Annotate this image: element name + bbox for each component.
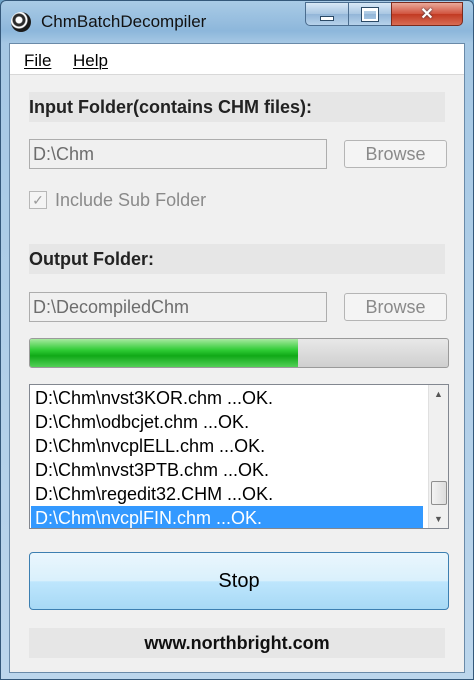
scroll-up-icon[interactable]: ▲	[429, 385, 448, 403]
close-icon: ✕	[420, 6, 434, 23]
app-icon	[11, 12, 31, 32]
maximize-icon	[361, 6, 379, 22]
menu-help[interactable]: Help	[73, 51, 108, 71]
input-browse-button[interactable]: Browse	[344, 140, 447, 168]
include-sub-folder-label: Include Sub Folder	[55, 190, 207, 210]
input-folder-label: Input Folder(contains CHM files):	[29, 92, 445, 122]
maximize-button[interactable]	[348, 2, 392, 26]
log-item[interactable]: D:\Chm\nvst3PTB.chm ...OK.	[31, 458, 423, 482]
log-item[interactable]: D:\Chm\odbcjet.chm ...OK.	[31, 410, 423, 434]
title-bar[interactable]: ChmBatchDecompiler ✕	[1, 1, 473, 43]
output-folder-label: Output Folder:	[29, 244, 445, 274]
log-list[interactable]: D:\Chm\nvst3KOR.chm ...OK. D:\Chm\odbcjet…	[29, 384, 449, 529]
progress-bar	[29, 338, 449, 368]
checkmark-icon: ✓	[29, 191, 47, 209]
close-button[interactable]: ✕	[391, 2, 463, 26]
menu-bar: File Help	[10, 44, 464, 75]
menu-file-label: File	[24, 51, 52, 70]
minimize-icon	[320, 15, 334, 21]
window-title: ChmBatchDecompiler	[41, 12, 207, 31]
scroll-thumb[interactable]	[431, 481, 447, 505]
input-folder-field[interactable]: D:\Chm	[29, 139, 327, 169]
website-link[interactable]: www.northbright.com	[29, 628, 445, 658]
output-browse-button[interactable]: Browse	[344, 293, 447, 321]
minimize-button[interactable]	[305, 2, 349, 26]
client-area: File Help Input Folder(contains CHM file…	[9, 43, 465, 673]
scroll-down-icon[interactable]: ▼	[429, 510, 448, 528]
log-item[interactable]: D:\Chm\nvcplFIN.chm ...OK.	[31, 506, 423, 528]
log-item[interactable]: D:\Chm\nvcplELL.chm ...OK.	[31, 434, 423, 458]
log-item[interactable]: D:\Chm\nvst3KOR.chm ...OK.	[31, 386, 423, 410]
menu-help-label: Help	[73, 51, 108, 70]
output-folder-field[interactable]: D:\DecompiledChm	[29, 292, 327, 322]
progress-fill	[30, 339, 298, 367]
log-item[interactable]: D:\Chm\regedit32.CHM ...OK.	[31, 482, 423, 506]
menu-file[interactable]: File	[24, 51, 51, 71]
app-window: ChmBatchDecompiler ✕ File Help Input Fol…	[0, 0, 474, 680]
stop-button[interactable]: Stop	[29, 552, 449, 610]
log-scrollbar[interactable]: ▲ ▼	[428, 385, 448, 528]
